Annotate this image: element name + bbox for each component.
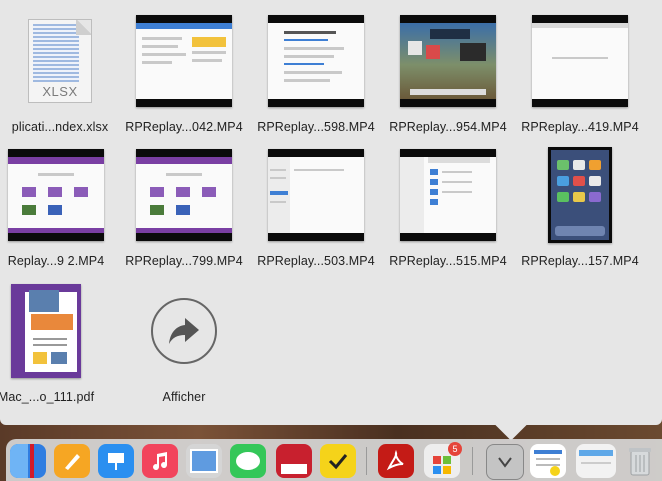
music-icon[interactable] bbox=[142, 444, 178, 478]
video-thumbnail bbox=[268, 149, 364, 241]
checkmark-app-icon[interactable] bbox=[320, 444, 356, 478]
file-name: RPReplay...042.MP4 bbox=[125, 120, 243, 134]
pages-icon[interactable] bbox=[54, 444, 90, 478]
dock-separator bbox=[366, 447, 367, 475]
show-more-label: Afficher bbox=[162, 390, 206, 404]
file-name: RPReplay...799.MP4 bbox=[125, 254, 243, 268]
trash-icon[interactable] bbox=[622, 444, 658, 478]
video-thumbnail bbox=[268, 15, 364, 107]
dock: 5 bbox=[6, 439, 662, 481]
notification-badge: 5 bbox=[448, 442, 462, 456]
file-name: RPReplay...503.MP4 bbox=[257, 254, 375, 268]
document-stack-icon[interactable] bbox=[530, 444, 566, 478]
file-item-video[interactable]: RPReplay...954.MP4 bbox=[382, 12, 514, 134]
file-item-xlsx[interactable]: XLSX plicati...ndex.xlsx bbox=[0, 12, 126, 134]
file-name: RPReplay...515.MP4 bbox=[389, 254, 507, 268]
video-thumbnail bbox=[548, 147, 612, 243]
video-thumbnail bbox=[8, 149, 104, 241]
keynote-icon[interactable] bbox=[98, 444, 134, 478]
file-name: RPReplay...157.MP4 bbox=[521, 254, 639, 268]
forward-arrow-icon bbox=[151, 298, 217, 364]
file-item-video[interactable]: RPReplay...515.MP4 bbox=[382, 146, 514, 268]
show-in-finder-button[interactable]: Afficher bbox=[118, 282, 250, 404]
spreadsheet-file-icon: XLSX bbox=[28, 19, 92, 103]
file-name: RPReplay...419.MP4 bbox=[521, 120, 639, 134]
file-item-video[interactable]: RPReplay...598.MP4 bbox=[250, 12, 382, 134]
photo-booth-icon[interactable] bbox=[276, 444, 312, 478]
file-item-video[interactable]: RPReplay...419.MP4 bbox=[514, 12, 646, 134]
dock-separator bbox=[472, 447, 473, 475]
preview-icon[interactable] bbox=[186, 444, 222, 478]
file-name: Mac_...o_111.pdf bbox=[0, 390, 95, 404]
window-thumbnail-icon[interactable] bbox=[576, 444, 616, 478]
file-name: RPReplay...954.MP4 bbox=[389, 120, 507, 134]
video-thumbnail bbox=[400, 149, 496, 241]
messages-icon[interactable] bbox=[230, 444, 266, 478]
file-item-video[interactable]: RPReplay...799.MP4 bbox=[118, 146, 250, 268]
video-thumbnail bbox=[532, 15, 628, 107]
file-name: plicati...ndex.xlsx bbox=[11, 120, 109, 134]
acrobat-icon[interactable] bbox=[378, 444, 414, 478]
file-item-video[interactable]: RPReplay...503.MP4 bbox=[250, 146, 382, 268]
app-store-updates-icon[interactable]: 5 bbox=[424, 442, 462, 478]
file-item-video[interactable]: Replay...9 2.MP4 bbox=[0, 146, 122, 268]
file-item-video[interactable]: RPReplay...042.MP4 bbox=[118, 12, 250, 134]
video-thumbnail bbox=[400, 15, 496, 107]
file-name: RPReplay...598.MP4 bbox=[257, 120, 375, 134]
pdf-thumbnail bbox=[11, 284, 81, 378]
finder-icon[interactable] bbox=[10, 444, 46, 478]
file-item-pdf[interactable]: Mac_...o_111.pdf bbox=[0, 282, 112, 404]
downloads-stack-popover: XLSX plicati...ndex.xlsx RPReplay...042.… bbox=[0, 0, 662, 425]
video-thumbnail bbox=[136, 15, 232, 107]
downloads-stack-icon[interactable] bbox=[486, 444, 524, 480]
video-thumbnail bbox=[136, 149, 232, 241]
file-name: Replay...9 2.MP4 bbox=[7, 254, 105, 268]
file-item-video[interactable]: RPReplay...157.MP4 bbox=[514, 146, 646, 268]
